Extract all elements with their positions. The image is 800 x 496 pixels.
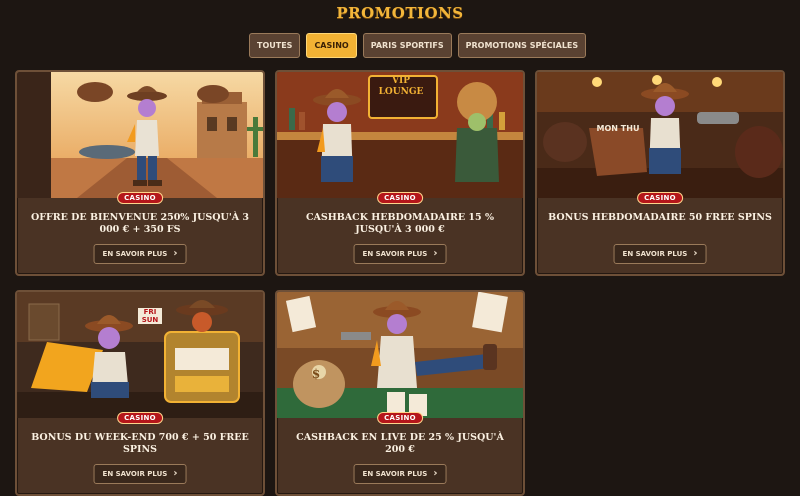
learn-more-button[interactable]: EN SAVOIR PLUS › [613, 244, 707, 264]
tab-casino[interactable]: CASINO [306, 33, 357, 58]
category-badge: CASINO [117, 192, 163, 204]
learn-more-label: EN SAVOIR PLUS [362, 470, 428, 478]
promo-illustration [537, 72, 783, 198]
category-badge: CASINO [117, 412, 163, 424]
learn-more-label: EN SAVOIR PLUS [102, 470, 168, 478]
promo-card-welcome-offer[interactable]: CASINO OFFRE DE BIENVENUE 250% JUSQU'À 3… [15, 70, 265, 276]
learn-more-button[interactable]: EN SAVOIR PLUS › [93, 244, 187, 264]
promo-card-live-cashback[interactable]: CASINO CASHBACK EN LIVE DE 25 % JUSQU'À … [275, 290, 525, 496]
tab-special-promotions[interactable]: PROMOTIONS SPÉCIALES [457, 33, 587, 58]
promo-title: CASHBACK HEBDOMADAIRE 15 % JUSQU'À 3 000… [306, 212, 494, 235]
tab-all[interactable]: TOUTES [249, 33, 301, 58]
promo-card-weekly-bonus[interactable]: CASINO BONUS HEBDOMADAIRE 50 FREE SPINS … [535, 70, 785, 276]
chevron-right-icon: › [433, 468, 438, 479]
learn-more-label: EN SAVOIR PLUS [362, 250, 428, 258]
category-tabs: TOUTES CASINO PARIS SPORTIFS PROMOTIONS … [249, 33, 587, 58]
tab-sports-betting[interactable]: PARIS SPORTIFS [362, 33, 452, 58]
promo-title: BONUS DU WEEK-END 700 € + 50 FREE SPINS [31, 432, 249, 455]
learn-more-button[interactable]: EN SAVOIR PLUS › [353, 464, 447, 484]
chevron-right-icon: › [693, 248, 698, 259]
promo-illustration [277, 292, 523, 418]
weekend-sign: FRI SUN [138, 308, 162, 324]
promo-title: CASHBACK EN LIVE DE 25 % JUSQU'À 200 € [296, 432, 504, 455]
category-badge: CASINO [377, 412, 423, 424]
chevron-right-icon: › [173, 468, 178, 479]
chevron-right-icon: › [173, 248, 178, 259]
promo-title: OFFRE DE BIENVENUE 250% JUSQU'À 3 000 € … [30, 212, 250, 235]
vip-lounge-sign: VIP LOUNGE [378, 76, 424, 97]
category-badge: CASINO [637, 192, 683, 204]
money-bag-label: $ [311, 367, 321, 381]
learn-more-label: EN SAVOIR PLUS [622, 250, 688, 258]
promo-card-weekly-cashback[interactable]: CASINO CASHBACK HEBDOMADAIRE 15 % JUSQU'… [275, 70, 525, 276]
learn-more-button[interactable]: EN SAVOIR PLUS › [93, 464, 187, 484]
category-badge: CASINO [377, 192, 423, 204]
promo-title: BONUS HEBDOMADAIRE 50 FREE SPINS [548, 212, 772, 223]
learn-more-button[interactable]: EN SAVOIR PLUS › [353, 244, 447, 264]
promo-illustration [17, 72, 263, 198]
page-title: PROMOTIONS [336, 4, 464, 22]
bag-label: MON THU [596, 124, 640, 133]
chevron-right-icon: › [433, 248, 438, 259]
learn-more-label: EN SAVOIR PLUS [102, 250, 168, 258]
